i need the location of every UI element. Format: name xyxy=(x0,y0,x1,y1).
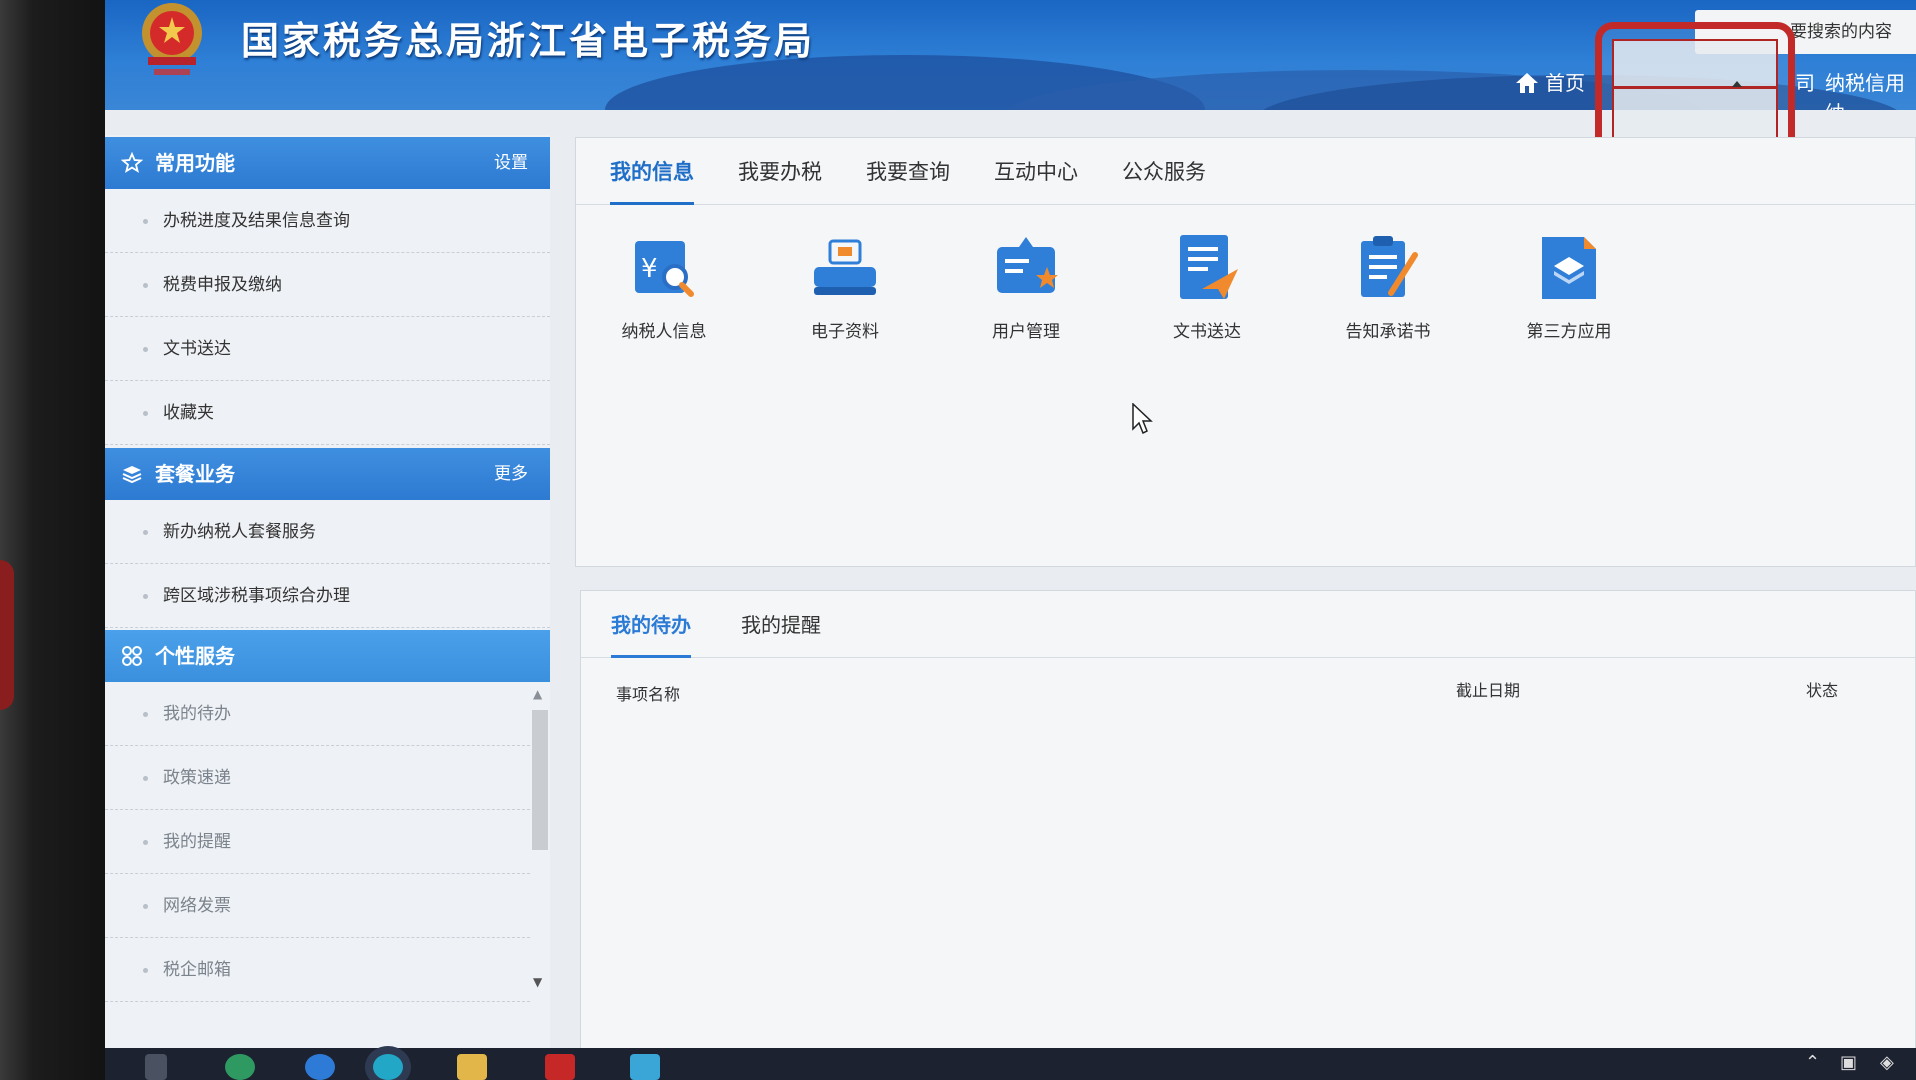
section-title: 套餐业务 xyxy=(155,462,235,486)
site-title: 国家税务总局浙江省电子税务局 xyxy=(241,19,816,63)
app-commitment-letter[interactable]: 告知承诺书 xyxy=(1333,233,1443,342)
start-icon[interactable] xyxy=(145,1054,167,1080)
browser-green-icon[interactable] xyxy=(225,1054,255,1080)
monitor-bezel xyxy=(0,0,110,1080)
main-tabs: 我的信息 我要办税 我要查询 互动中心 公众服务 xyxy=(576,138,1915,205)
scroll-down-icon[interactable]: ▼ xyxy=(533,975,542,989)
app-taxpayer-info[interactable]: ¥ 纳税人信息 xyxy=(609,233,719,342)
sidebar-item-tax-declaration[interactable]: 税费申报及缴纳 xyxy=(105,253,550,317)
screen: 国家税务总局浙江省电子税务局 要搜索的内容 首页 司 纳税信用纳 常用功能 设置… xyxy=(105,0,1916,1080)
app-electronic-data[interactable]: 电子资料 xyxy=(790,233,900,342)
highlight-divider xyxy=(1614,86,1776,89)
tab-my-todo[interactable]: 我的待办 xyxy=(611,609,691,658)
sidebar-item-progress-query[interactable]: 办税进度及结果信息查询 xyxy=(105,189,550,253)
section-title: 个性服务 xyxy=(155,644,235,668)
section-personal-services[interactable]: 个性服务 xyxy=(105,630,550,682)
tax-app-icon[interactable] xyxy=(630,1054,660,1080)
nav-home[interactable]: 首页 xyxy=(1515,68,1585,98)
tab-public-service[interactable]: 公众服务 xyxy=(1122,156,1206,202)
grid-icon xyxy=(119,630,145,682)
wps-icon[interactable] xyxy=(545,1054,575,1080)
scrollbar-thumb[interactable] xyxy=(532,710,548,850)
sidebar-item-tax-mailbox[interactable]: 税企邮箱 xyxy=(105,938,530,1002)
sidebar-item-favorites[interactable]: 收藏夹 xyxy=(105,381,550,445)
tab-interaction-center[interactable]: 互动中心 xyxy=(994,156,1078,202)
app-label: 第三方应用 xyxy=(1526,322,1612,342)
mouse-cursor-icon xyxy=(1132,403,1153,435)
sidebar: 常用功能 设置 办税进度及结果信息查询 税费申报及缴纳 文书送达 收藏夹 套餐业… xyxy=(105,135,550,1050)
third-party-app-icon xyxy=(1542,237,1596,299)
network-icon[interactable]: ▣ xyxy=(1840,1052,1857,1073)
app-third-party[interactable]: 第三方应用 xyxy=(1514,233,1624,342)
section-common-functions[interactable]: 常用功能 设置 xyxy=(105,137,550,189)
nav-partial[interactable]: 司 xyxy=(1795,68,1815,98)
home-icon xyxy=(1516,73,1538,93)
sidebar-item-document-delivery[interactable]: 文书送达 xyxy=(105,317,550,381)
tray-expand-icon[interactable]: ⌃ xyxy=(1805,1052,1820,1073)
national-emblem-icon xyxy=(142,3,202,75)
windows-taskbar: ⌃ ▣ ◈ xyxy=(105,1048,1916,1080)
highlight-box-inner xyxy=(1612,39,1778,142)
sidebar-item-my-reminders[interactable]: 我的提醒 xyxy=(105,810,530,874)
column-header-status: 状态 xyxy=(1806,681,1839,700)
nav-tax-credit[interactable]: 纳税信用纳 xyxy=(1825,68,1916,110)
electronic-data-icon xyxy=(814,239,876,295)
caret-up-icon xyxy=(1732,81,1742,87)
star-icon xyxy=(119,137,145,189)
section-title: 常用功能 xyxy=(155,151,235,175)
app-label: 告知承诺书 xyxy=(1345,322,1431,342)
section-package-business[interactable]: 套餐业务 更多 xyxy=(105,448,550,500)
my-info-panel: 我的信息 我要办税 我要查询 互动中心 公众服务 ¥ 纳税人信息 电子资料 用户… xyxy=(575,137,1916,567)
app-label: 用户管理 xyxy=(992,322,1060,342)
app-label: 纳税人信息 xyxy=(621,322,707,342)
sidebar-item-my-todo[interactable]: 我的待办 xyxy=(105,682,530,746)
nav-home-label: 首页 xyxy=(1545,71,1585,95)
column-header-item-name: 事项名称 xyxy=(616,685,681,704)
bezel-decoration xyxy=(0,560,14,710)
security-shield-icon[interactable]: ◈ xyxy=(1880,1052,1894,1073)
app-document-delivery[interactable]: 文书送达 xyxy=(1152,233,1262,342)
column-header-deadline: 截止日期 xyxy=(1456,681,1521,700)
edge-icon[interactable] xyxy=(305,1054,335,1080)
app-label: 电子资料 xyxy=(811,322,879,342)
tab-my-reminders[interactable]: 我的提醒 xyxy=(741,609,821,655)
tab-tax-handling[interactable]: 我要办税 xyxy=(738,156,822,202)
todo-panel: 我的待办 我的提醒 事项名称 截止日期 状态 xyxy=(580,590,1916,1050)
scroll-up-icon[interactable]: ▲ xyxy=(533,687,542,701)
sidebar-item-cross-region[interactable]: 跨区域涉税事项综合办理 xyxy=(105,564,550,628)
taxpayer-info-icon: ¥ xyxy=(635,241,694,297)
tab-my-info[interactable]: 我的信息 xyxy=(610,156,694,205)
app-user-management[interactable]: 用户管理 xyxy=(971,233,1081,342)
more-link[interactable]: 更多 xyxy=(494,448,528,500)
settings-link[interactable]: 设置 xyxy=(494,137,528,189)
sidebar-item-policy-express[interactable]: 政策速递 xyxy=(105,746,530,810)
user-management-icon xyxy=(997,237,1058,293)
file-explorer-icon[interactable] xyxy=(457,1054,487,1080)
app-label: 文书送达 xyxy=(1173,322,1241,342)
document-delivery-icon xyxy=(1180,235,1238,299)
sidebar-item-online-invoice[interactable]: 网络发票 xyxy=(105,874,530,938)
tab-query[interactable]: 我要查询 xyxy=(866,156,950,202)
svg-text:¥: ¥ xyxy=(641,254,658,284)
stack-icon xyxy=(119,448,145,500)
todo-tabs: 我的待办 我的提醒 xyxy=(581,591,1915,658)
browser-active-icon[interactable] xyxy=(373,1054,403,1080)
sidebar-item-new-taxpayer-package[interactable]: 新办纳税人套餐服务 xyxy=(105,500,550,564)
commitment-letter-icon xyxy=(1361,236,1418,297)
